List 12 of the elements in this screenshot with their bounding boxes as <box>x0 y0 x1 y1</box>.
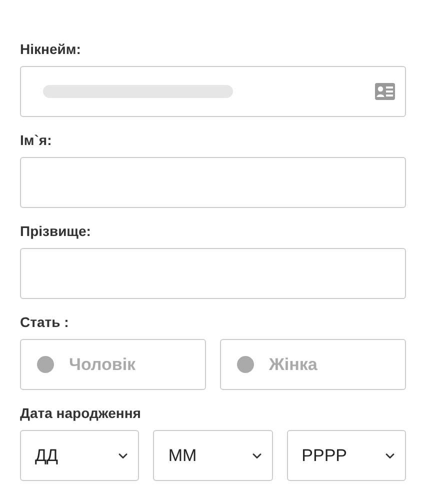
date-select[interactable]: ДД <box>20 430 140 481</box>
field-label: Нікнейм: <box>20 40 82 58</box>
field-label: Стать : <box>20 313 70 331</box>
contact-card-icon <box>375 83 395 100</box>
field-label: Прізвище: <box>20 222 92 240</box>
field-label: Ім`я: <box>20 131 53 149</box>
date-select[interactable]: ММ <box>153 430 273 481</box>
first-name-field[interactable] <box>20 157 406 208</box>
nickname-field[interactable] <box>20 66 406 117</box>
field-label: Дата народження <box>20 404 142 422</box>
date-select[interactable]: РРРР <box>286 430 406 481</box>
last-name-field[interactable] <box>20 248 406 299</box>
